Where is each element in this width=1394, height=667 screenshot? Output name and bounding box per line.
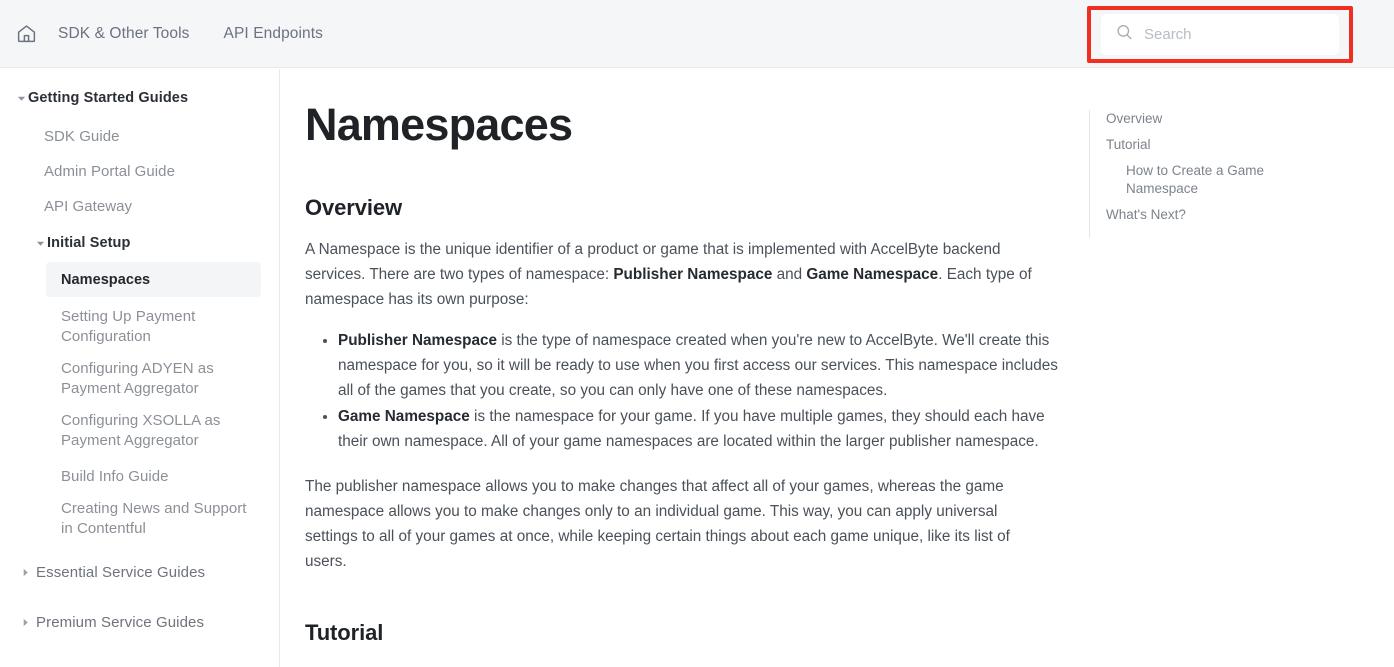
- search-icon: [1115, 23, 1134, 47]
- sidebar-item-configuring-xsolla-as-payment-aggregator[interactable]: Configuring XSOLLA as Payment Aggregator: [0, 408, 279, 454]
- sidebar-item-label: API Gateway: [44, 198, 133, 215]
- sidebar-item-label: SDK Guide: [44, 128, 120, 145]
- overview-paragraph-1: A Namespace is the unique identifier of …: [305, 237, 1053, 312]
- list-item-bold-lead: Publisher Namespace: [338, 332, 497, 349]
- text-run-bold: Game Namespace: [806, 266, 939, 283]
- sidebar-item-label: Setting Up Payment Configuration: [61, 308, 196, 345]
- nav-link-sdk-other-tools[interactable]: SDK & Other Tools: [58, 25, 190, 43]
- sidebar-item-label: Admin Portal Guide: [44, 163, 175, 180]
- sidebar-group-label: Getting Started Guides: [28, 90, 189, 106]
- caret-right-icon[interactable]: [18, 618, 32, 627]
- sidebar-item-label: Build Info Guide: [61, 468, 169, 485]
- sidebar-item-label: Configuring XSOLLA as Payment Aggregator: [61, 412, 221, 449]
- list-item: Game Namespace is the namespace for your…: [338, 404, 1065, 454]
- sidebar-item-build-info-guide[interactable]: Build Info Guide: [0, 459, 279, 494]
- nav-link-api-endpoints[interactable]: API Endpoints: [224, 25, 324, 43]
- sidebar-group-label: Initial Setup: [47, 235, 131, 251]
- section-heading-overview: Overview: [305, 195, 403, 220]
- overview-paragraph-2: The publisher namespace allows you to ma…: [305, 478, 1010, 570]
- tutorial-paragraph: You can learn how to create and work wit…: [305, 662, 1053, 667]
- list-item: Publisher Namespace is the type of names…: [338, 328, 1065, 403]
- table-of-contents: Overview Tutorial How to Create a Game N…: [1089, 110, 1359, 238]
- caret-down-icon[interactable]: [14, 94, 28, 103]
- sidebar-group-label: Premium Service Guides: [36, 613, 205, 631]
- toc-item-tutorial[interactable]: Tutorial: [1106, 136, 1359, 154]
- sidebar-navigation: Getting Started Guides SDK Guide Admin P…: [0, 69, 280, 667]
- home-button[interactable]: [0, 0, 46, 68]
- sidebar-item-sdk-guide[interactable]: SDK Guide: [0, 119, 279, 154]
- caret-down-icon[interactable]: [33, 239, 47, 248]
- sidebar-group-premium-service-guides[interactable]: Premium Service Guides: [0, 608, 279, 636]
- search-box[interactable]: [1101, 14, 1339, 55]
- toc-item-whats-next[interactable]: What's Next?: [1106, 206, 1359, 224]
- sidebar-group-essential-service-guides[interactable]: Essential Service Guides: [0, 558, 279, 586]
- sidebar-item-creating-news-and-support-in-contentful[interactable]: Creating News and Support in Contentful: [0, 496, 279, 542]
- sidebar-item-label: Configuring ADYEN as Payment Aggregator: [61, 360, 214, 397]
- sidebar-item-configuring-adyen-as-payment-aggregator[interactable]: Configuring ADYEN as Payment Aggregator: [0, 356, 279, 402]
- sidebar-item-label: Creating News and Support in Contentful: [61, 500, 247, 537]
- toc-item-how-to-create-a-game-namespace[interactable]: How to Create a Game Namespace: [1106, 162, 1266, 198]
- list-item-bold-lead: Game Namespace: [338, 408, 470, 425]
- sidebar-item-setting-up-payment-configuration[interactable]: Setting Up Payment Configuration: [0, 304, 279, 350]
- caret-right-icon[interactable]: [18, 568, 32, 577]
- page-title: Namespaces: [305, 99, 573, 150]
- sidebar-item-api-gateway[interactable]: API Gateway: [0, 189, 279, 224]
- sidebar-group-label: Essential Service Guides: [36, 563, 206, 581]
- sidebar-item-namespaces[interactable]: Namespaces: [46, 262, 261, 297]
- sidebar-group-getting-started-guides[interactable]: Getting Started Guides: [0, 84, 279, 112]
- search-input[interactable]: [1144, 26, 1324, 43]
- home-icon: [16, 23, 37, 44]
- top-header: SDK & Other Tools API Endpoints: [0, 0, 1394, 68]
- main-content: Namespaces Overview A Namespace is the u…: [281, 69, 1081, 667]
- sidebar-group-initial-setup[interactable]: Initial Setup: [0, 229, 279, 257]
- sidebar-item-label: Namespaces: [61, 271, 151, 288]
- text-run-bold: Publisher Namespace: [613, 266, 773, 283]
- sidebar-item-admin-portal-guide[interactable]: Admin Portal Guide: [0, 154, 279, 189]
- toc-item-overview[interactable]: Overview: [1106, 110, 1359, 128]
- text-run: and: [772, 266, 807, 283]
- section-heading-tutorial: Tutorial: [305, 620, 384, 645]
- tutorial-section: Tutorial You can learn how to create and…: [305, 620, 1065, 667]
- overview-bullet-list: Publisher Namespace is the type of names…: [305, 328, 1065, 454]
